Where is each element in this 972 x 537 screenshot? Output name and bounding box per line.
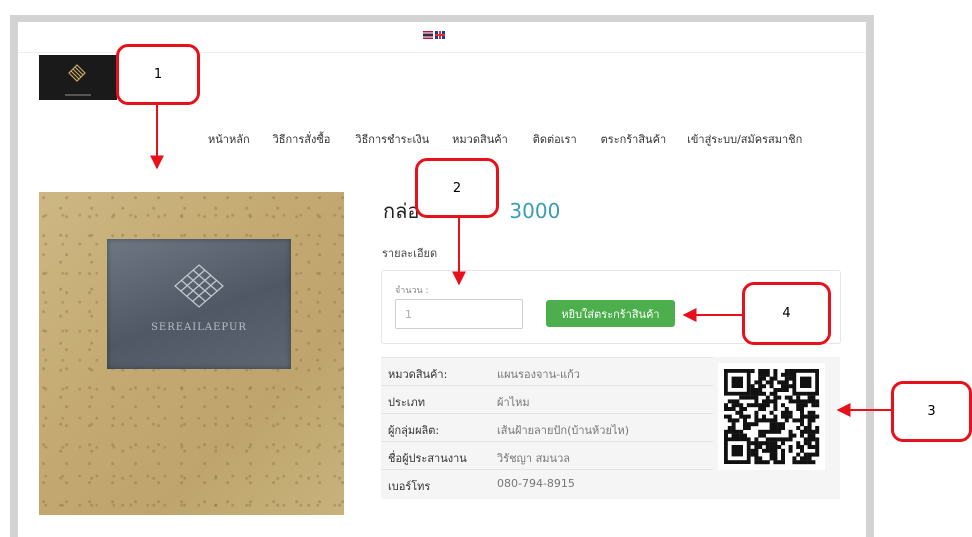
- callout-2: 2: [415, 158, 499, 218]
- callout-3: 3: [891, 381, 972, 442]
- callout-4: 4: [742, 282, 831, 345]
- callout-1: 1: [116, 44, 200, 105]
